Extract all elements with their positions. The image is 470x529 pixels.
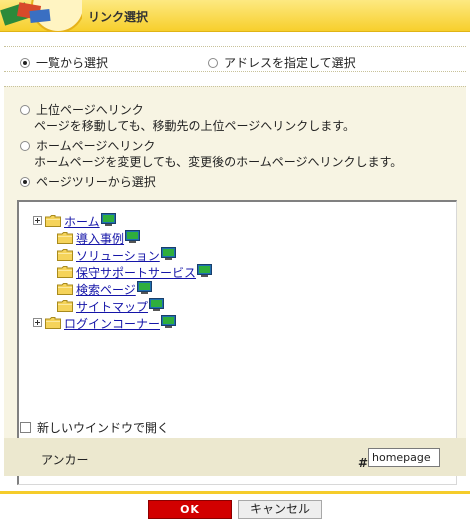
page-icon bbox=[125, 230, 140, 243]
mode-list-radio[interactable] bbox=[20, 58, 30, 68]
link-target-panel: 上位ページへリンク ページを移動しても、移動先の上位ページへリンクします。 ホー… bbox=[4, 86, 466, 485]
anchor-hash-symbol: # bbox=[358, 456, 369, 470]
mode-list-label: 一覧から選択 bbox=[36, 56, 109, 70]
tree-item-label[interactable]: ソリューション bbox=[76, 247, 160, 264]
page-icon bbox=[101, 213, 116, 226]
expand-icon[interactable] bbox=[33, 216, 42, 225]
mode-address-radio[interactable] bbox=[208, 58, 218, 68]
folder-icon bbox=[45, 317, 61, 329]
tree-item-label[interactable]: サイトマップ bbox=[76, 298, 148, 315]
cancel-button[interactable]: キャンセル bbox=[238, 500, 322, 519]
target-parent-label: 上位ページへリンク bbox=[36, 103, 144, 117]
target-option-tree[interactable]: ページツリーから選択 bbox=[20, 173, 156, 190]
page-icon bbox=[149, 298, 164, 311]
tree-item-label[interactable]: 導入事例 bbox=[76, 230, 124, 247]
target-option-parent[interactable]: 上位ページへリンク bbox=[20, 101, 144, 118]
target-home-label: ホームページへリンク bbox=[36, 139, 156, 153]
page-icon bbox=[197, 264, 212, 277]
target-option-home[interactable]: ホームページへリンク bbox=[20, 137, 155, 154]
page-icon bbox=[137, 281, 152, 294]
dialog-header: リンク選択 bbox=[0, 0, 470, 32]
new-window-checkbox[interactable] bbox=[20, 422, 31, 433]
selection-mode-bar: 一覧から選択 アドレスを指定して選択 bbox=[4, 46, 466, 72]
page-icon bbox=[161, 315, 176, 328]
folder-icon bbox=[57, 266, 73, 278]
folder-icon bbox=[45, 215, 61, 227]
new-window-option[interactable]: 新しいウインドウで開く bbox=[20, 419, 169, 436]
anchor-row: アンカー # bbox=[4, 438, 466, 476]
dialog-title: リンク選択 bbox=[88, 10, 149, 24]
tree-item-label[interactable]: ログインコーナー bbox=[64, 315, 160, 332]
tree-item-label[interactable]: 検索ページ bbox=[76, 281, 136, 298]
target-tree-radio[interactable] bbox=[20, 177, 30, 187]
target-parent-radio[interactable] bbox=[20, 105, 30, 115]
folder-icon bbox=[57, 283, 73, 295]
anchor-label: アンカー bbox=[41, 453, 89, 467]
folder-icon bbox=[57, 249, 73, 261]
footer-divider bbox=[0, 491, 470, 494]
new-window-label: 新しいウインドウで開く bbox=[37, 421, 170, 435]
target-tree-label: ページツリーから選択 bbox=[36, 175, 156, 189]
app-logo-icon bbox=[0, 0, 82, 32]
expand-icon[interactable] bbox=[33, 318, 42, 327]
mode-address-label: アドレスを指定して選択 bbox=[224, 56, 356, 70]
tree-item-label[interactable]: 保守サポートサービス bbox=[76, 264, 196, 281]
folder-icon bbox=[57, 232, 73, 244]
target-home-description: ホームページを変更しても、変更後のホームページへリンクします。 bbox=[34, 155, 403, 169]
mode-address-option[interactable]: アドレスを指定して選択 bbox=[208, 54, 356, 71]
page-icon bbox=[161, 247, 176, 260]
mode-list-option[interactable]: 一覧から選択 bbox=[20, 54, 108, 71]
target-parent-description: ページを移動しても、移動先の上位ページへリンクします。 bbox=[34, 119, 356, 133]
folder-icon bbox=[57, 300, 73, 312]
target-home-radio[interactable] bbox=[20, 141, 30, 151]
anchor-input[interactable] bbox=[368, 448, 440, 467]
ok-button[interactable]: OK bbox=[148, 500, 232, 519]
tree-item-label[interactable]: ホーム bbox=[64, 213, 100, 230]
